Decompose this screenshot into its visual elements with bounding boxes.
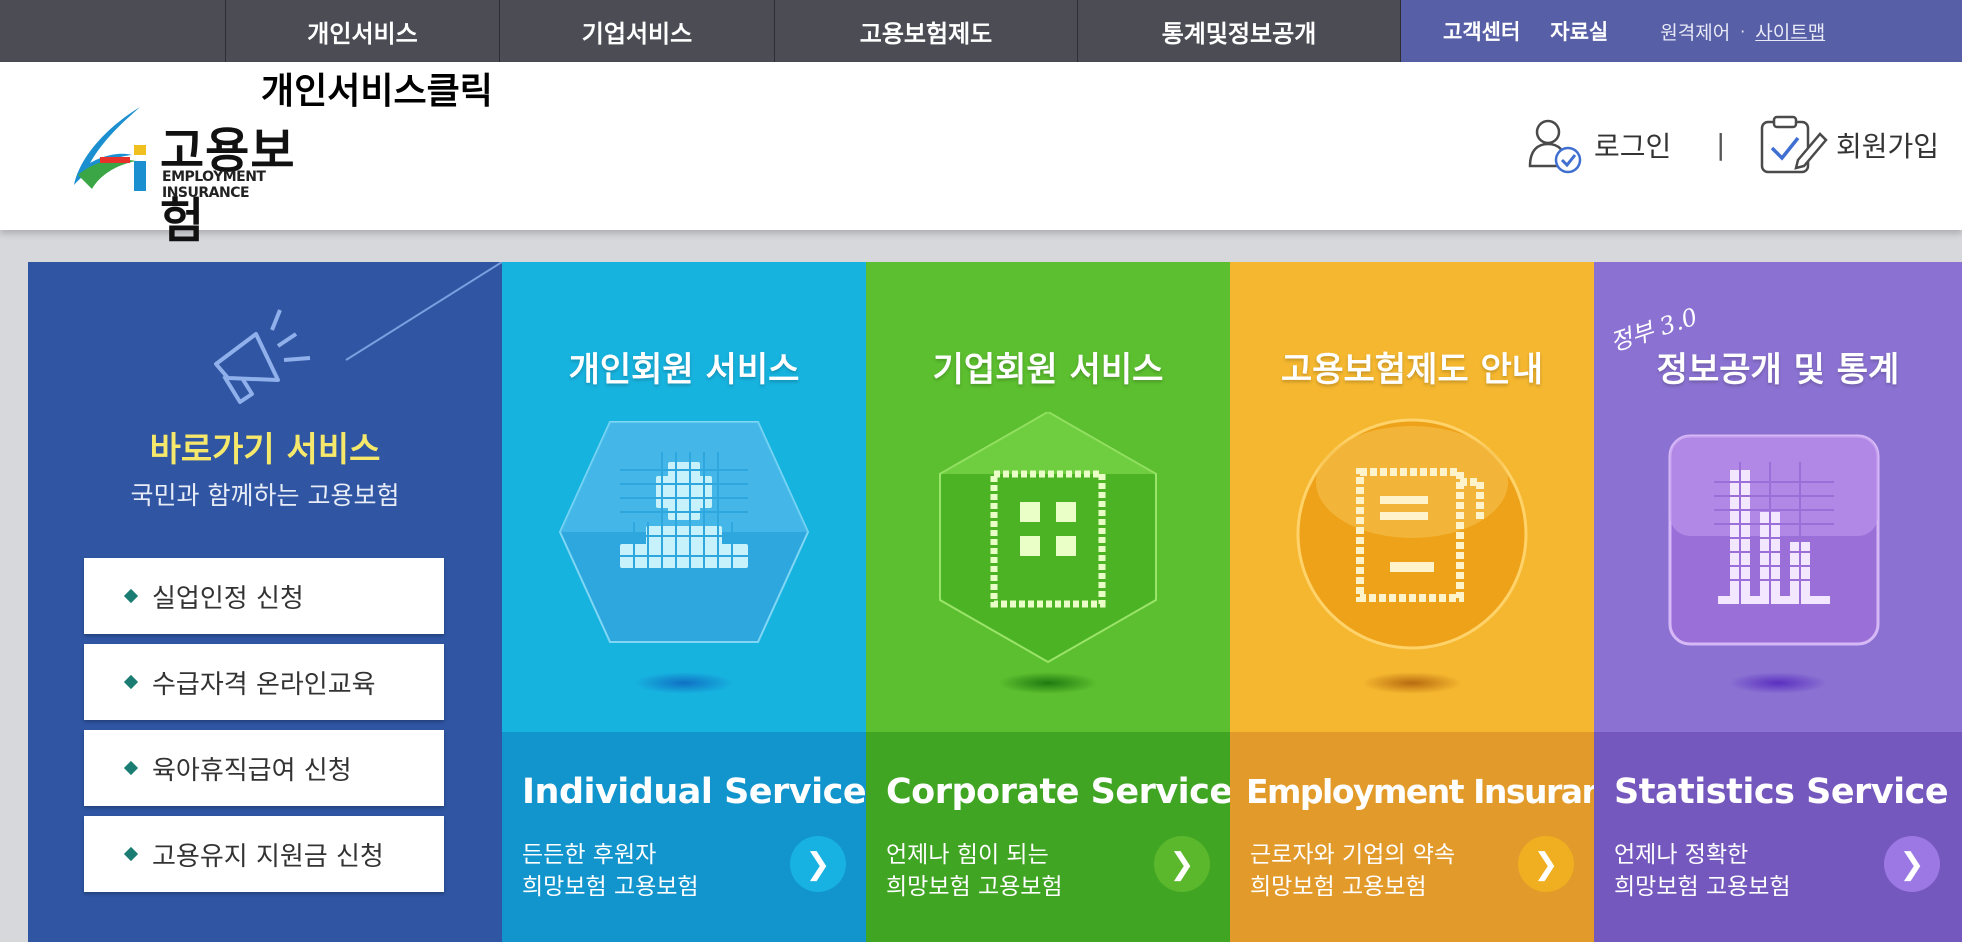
service-english-title: Employment Insurance <box>1246 772 1594 811</box>
bullet-diamond-icon <box>123 674 139 690</box>
megaphone-icon <box>214 262 502 404</box>
document-icon <box>1296 418 1528 650</box>
quick-service-title: 바로가기 서비스 <box>149 430 381 470</box>
service-info-box: Corporate Service 언제나 힘이 되는 희망보험 고용보험 ❯ <box>866 732 1230 942</box>
service-tagline-2: 희망보험 고용보험 <box>1614 874 1791 900</box>
utility-menu: 고객센터 자료실 원격제어 · 사이트맵 <box>1401 0 1962 62</box>
service-tagline-2: 희망보험 고용보험 <box>522 874 699 900</box>
service-title: 기업회원 서비스 <box>932 350 1164 390</box>
quick-btn-employment-retention[interactable]: 고용유지 지원금 신청 <box>84 816 444 892</box>
chevron-right-icon[interactable]: ❯ <box>790 836 846 892</box>
quick-btn-childcare-leave[interactable]: 육아휴직급여 신청 <box>84 730 444 806</box>
signup-label: 회원가입 <box>1836 130 1940 163</box>
service-english-title: Statistics Service <box>1614 772 1949 812</box>
nav-item-personal[interactable]: 개인서비스 <box>226 0 500 62</box>
service-panel-insurance[interactable]: 고용보험제도 안내 Employment Insurance 근로자와 기업의 … <box>1230 262 1594 942</box>
service-tagline-1: 근로자와 기업의 약속 <box>1250 842 1456 868</box>
service-tagline-2: 희망보험 고용보험 <box>886 874 1063 900</box>
service-english-title: Corporate Service <box>886 772 1230 812</box>
remote-control-link[interactable]: 원격제어 <box>1660 18 1730 45</box>
service-panel-corporate[interactable]: 기업회원 서비스 Corporate Service 언제나 힘이 되는 희망보… <box>866 262 1230 942</box>
service-info-box: Statistics Service 언제나 정확한 희망보험 고용보험 ❯ <box>1594 732 1962 942</box>
icon-shadow <box>1728 672 1828 694</box>
service-tagline-1: 언제나 정확한 <box>1614 842 1749 868</box>
service-title: 정보공개 및 통계 <box>1656 350 1900 390</box>
nav-item-corporate[interactable]: 기업서비스 <box>500 0 775 62</box>
service-title: 개인회원 서비스 <box>568 350 800 390</box>
service-english-title: Individual Service <box>522 772 866 812</box>
service-info-box: Individual Service 든든한 후원자 희망보험 고용보험 ❯ <box>502 732 866 942</box>
login-link[interactable]: 로그인 <box>1524 115 1671 175</box>
service-tagline-1: 언제나 힘이 되는 <box>886 842 1049 868</box>
login-label: 로그인 <box>1594 130 1672 163</box>
quick-btn-online-education[interactable]: 수급자격 온라인교육 <box>84 644 444 720</box>
header-separator: | <box>1716 128 1726 161</box>
service-info-box: Employment Insurance 근로자와 기업의 약속 희망보험 고용… <box>1230 732 1594 942</box>
chevron-right-icon[interactable]: ❯ <box>1518 836 1574 892</box>
quick-service-subtitle: 국민과 함께하는 고용보험 <box>130 481 400 510</box>
icon-shadow <box>634 672 734 694</box>
chevron-right-icon[interactable]: ❯ <box>1154 836 1210 892</box>
person-icon <box>558 421 810 643</box>
site-logo[interactable]: 고용보험 EMPLOYMENT INSURANCE <box>70 105 340 249</box>
quick-btn-label: 실업인정 신청 <box>152 583 304 614</box>
bullet-diamond-icon <box>123 760 139 776</box>
nav-item-statistics[interactable]: 통계및정보공개 <box>1078 0 1401 62</box>
service-tagline-1: 든든한 후원자 <box>522 842 657 868</box>
logo-emblem-icon <box>74 107 146 191</box>
chevron-right-icon[interactable]: ❯ <box>1884 836 1940 892</box>
quick-btn-label: 육아휴직급여 신청 <box>152 755 352 786</box>
quick-btn-label: 수급자격 온라인교육 <box>152 669 376 700</box>
bar-chart-icon <box>1668 434 1880 646</box>
bullet-diamond-icon <box>123 588 139 604</box>
logo-english-text: EMPLOYMENT INSURANCE <box>162 169 266 201</box>
bullet-diamond-icon <box>123 846 139 862</box>
signup-clipboard-icon <box>1760 115 1828 174</box>
signup-link[interactable]: 회원가입 <box>1758 115 1939 175</box>
icon-shadow <box>998 672 1098 694</box>
service-panel-individual[interactable]: 개인회원 서비스 Individual Service 든든한 후원자 희망보험… <box>502 262 866 942</box>
login-person-icon <box>1528 119 1582 174</box>
quick-btn-unemployment-recognition[interactable]: 실업인정 신청 <box>84 558 444 634</box>
building-icon <box>939 412 1157 664</box>
top-navigation: 개인서비스 기업서비스 고용보험제도 통계및정보공개 고객센터 자료실 원격제어… <box>0 0 1962 62</box>
archive-link[interactable]: 자료실 <box>1550 16 1608 46</box>
icon-shadow <box>1362 672 1462 694</box>
sitemap-link[interactable]: 사이트맵 <box>1755 18 1825 45</box>
nav-item-insurance-system[interactable]: 고용보험제도 <box>775 0 1078 62</box>
quick-service-panel: 바로가기 서비스 국민과 함께하는 고용보험 실업인정 신청 수급자격 온라인교… <box>28 262 502 942</box>
customer-center-link[interactable]: 고객센터 <box>1443 16 1520 46</box>
service-tagline-2: 희망보험 고용보험 <box>1250 874 1427 900</box>
util-separator: · <box>1740 21 1746 41</box>
nav-spacer <box>0 0 226 62</box>
service-panel-statistics[interactable]: 정부 3.0 정보공개 및 통계 Statistics Service 언제나 … <box>1594 262 1962 942</box>
service-title: 고용보험제도 안내 <box>1280 350 1544 390</box>
quick-btn-label: 고용유지 지원금 신청 <box>152 841 384 872</box>
